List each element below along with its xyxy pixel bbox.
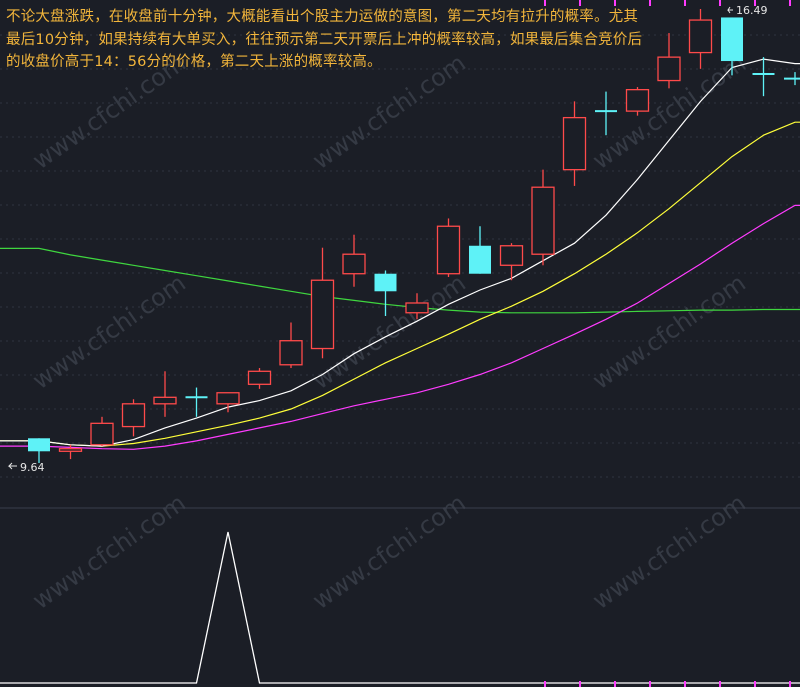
candle-body	[657, 56, 681, 82]
stock-chart: www.cfchi.com www.cfchi.com www.cfchi.comw…	[0, 0, 800, 687]
candle-body	[469, 245, 491, 274]
candle-body	[499, 245, 524, 266]
candle-body	[216, 392, 240, 405]
candle-body	[405, 302, 429, 314]
candle-body	[28, 438, 50, 452]
candle-body	[436, 225, 461, 275]
candle-body	[247, 370, 272, 385]
candle-body	[625, 89, 650, 112]
candle-body	[121, 403, 146, 428]
candle-body	[688, 19, 713, 54]
candle-body	[90, 422, 114, 446]
candle-body	[310, 279, 335, 350]
low-price-label: 9.64	[20, 461, 45, 474]
candle-body	[342, 253, 366, 275]
candle-body	[562, 116, 587, 171]
candle-body	[153, 396, 177, 405]
candle-body	[721, 17, 743, 62]
high-price-label: 16.49	[736, 4, 768, 17]
candle-body	[279, 340, 303, 366]
candle	[625, 87, 650, 116]
candle-body	[531, 186, 555, 255]
candle	[436, 218, 461, 277]
candle-body	[374, 273, 397, 292]
candle-body	[58, 448, 83, 452]
